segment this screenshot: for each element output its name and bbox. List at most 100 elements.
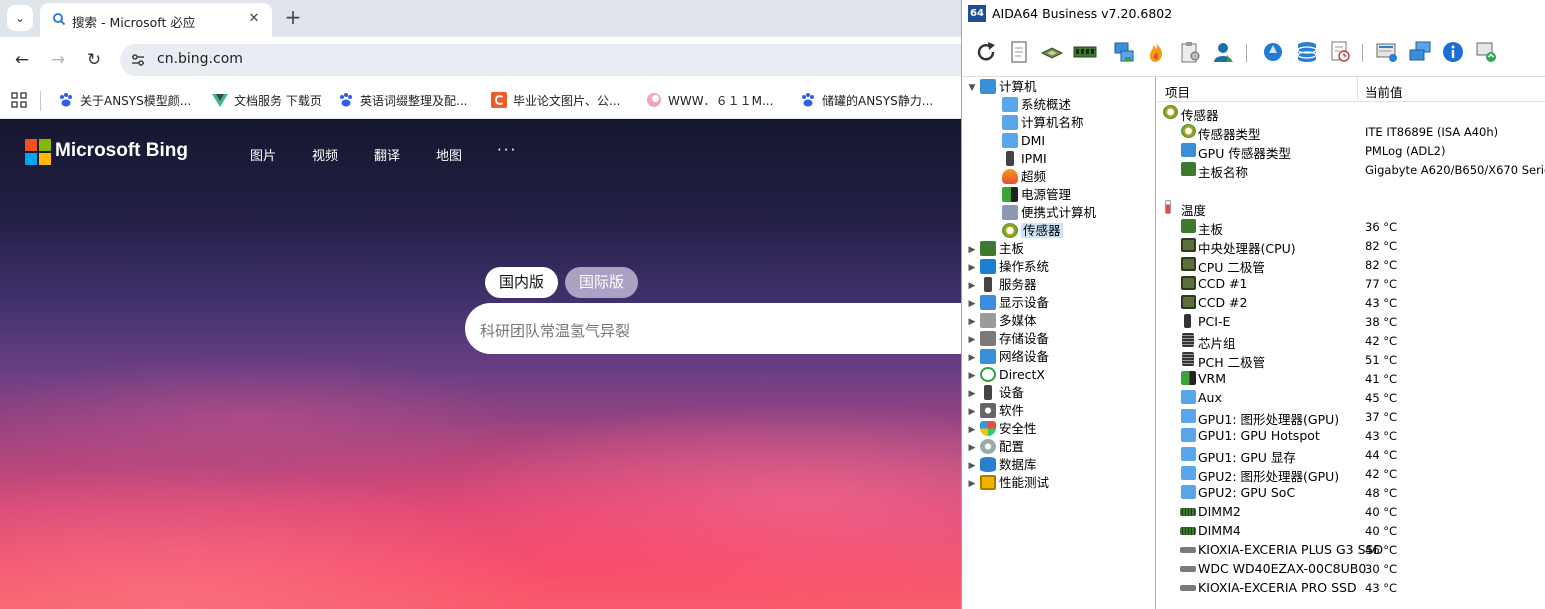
table-row[interactable]: DIMM4 40 °C: [1157, 521, 1545, 540]
info-icon[interactable]: [1441, 40, 1465, 64]
table-row[interactable]: CPU 二极管 82 °C: [1157, 255, 1545, 275]
user-icon[interactable]: [1211, 40, 1235, 64]
tree-item-security[interactable]: ▶ 安全性: [966, 420, 1037, 438]
bing-brand[interactable]: Microsoft Bing: [55, 140, 188, 162]
expand-icon[interactable]: ▶: [966, 259, 978, 277]
tree-item-display[interactable]: ▶ 显示设备: [966, 294, 1049, 312]
tree-item-storage[interactable]: ▶ 存储设备: [966, 330, 1049, 348]
table-row[interactable]: 传感器类型 ITE IT8689E (ISA A40h): [1157, 122, 1545, 142]
bookmark-item[interactable]: 文档服务 下载页: [212, 91, 322, 111]
expand-icon[interactable]: ▶: [966, 475, 978, 493]
tree-item-multimedia[interactable]: ▶ 多媒体: [966, 312, 1037, 330]
new-tab-button[interactable]: +: [282, 5, 304, 29]
bing-nav-images[interactable]: 图片: [250, 145, 276, 164]
table-row[interactable]: CCD #1 77 °C: [1157, 274, 1545, 293]
expand-icon[interactable]: ▶: [966, 457, 978, 475]
column-divider[interactable]: [1357, 77, 1358, 102]
tab-search-button[interactable]: ⌄: [7, 5, 33, 31]
network-share-icon[interactable]: [1408, 40, 1432, 64]
table-row[interactable]: Aux 45 °C: [1157, 388, 1545, 407]
tab-bing-search[interactable]: 搜索 - Microsoft 必应 ✕: [40, 3, 272, 37]
apps-grid-icon[interactable]: [11, 92, 27, 108]
bing-nav-videos[interactable]: 视频: [312, 145, 338, 164]
table-row[interactable]: KIOXIA-EXCERIA PRO SSD 43 °C: [1157, 578, 1545, 597]
collapse-icon[interactable]: ▼: [966, 79, 978, 97]
expand-icon[interactable]: ▶: [966, 277, 978, 295]
cpu-chip-icon[interactable]: [1040, 40, 1064, 64]
tree-item-directx[interactable]: ▶ DirectX: [966, 366, 1045, 384]
bookmark-item[interactable]: 毕业论文图片、公...: [491, 91, 620, 111]
column-header-value[interactable]: 当前值: [1365, 82, 1403, 101]
database-icon[interactable]: [1295, 40, 1319, 64]
bookmark-item[interactable]: WWW．６１１M...: [646, 91, 773, 111]
expand-icon[interactable]: ▶: [966, 295, 978, 313]
forward-button[interactable]: →: [46, 48, 70, 72]
table-row[interactable]: VRM 41 °C: [1157, 369, 1545, 388]
expand-icon[interactable]: ▶: [966, 385, 978, 403]
expand-icon[interactable]: ▶: [966, 313, 978, 331]
expand-icon[interactable]: ▶: [966, 421, 978, 439]
table-row[interactable]: 中央处理器(CPU) 82 °C: [1157, 236, 1545, 256]
tree-item-devices[interactable]: ▶ 设备: [966, 384, 1024, 402]
table-row[interactable]: 芯片组 42 °C: [1157, 331, 1545, 351]
expand-icon[interactable]: ▶: [966, 367, 978, 385]
table-row[interactable]: KIOXIA-EXCERIA PLUS G3 SSD 46 °C: [1157, 540, 1545, 559]
bing-search-input[interactable]: 科研团队常温氢气异裂: [465, 303, 961, 354]
flame-icon[interactable]: [1144, 40, 1168, 64]
table-row[interactable]: 主板名称 Gigabyte A620/B650/X670 Series: [1157, 160, 1545, 180]
network-icon[interactable]: [1112, 40, 1136, 64]
bing-more-button[interactable]: ···: [497, 141, 517, 159]
expand-icon[interactable]: ▶: [966, 403, 978, 421]
region-domestic-tab[interactable]: 国内版: [485, 267, 559, 298]
table-row[interactable]: 主板 36 °C: [1157, 217, 1545, 237]
schedule-icon[interactable]: [1328, 40, 1352, 64]
tab-close-button[interactable]: ✕: [244, 9, 264, 29]
tree-item-software[interactable]: ▶ 软件: [966, 402, 1024, 420]
tree-item-power[interactable]: 电源管理: [1002, 186, 1071, 204]
disk-aida-icon[interactable]: [1261, 40, 1285, 64]
reload-button[interactable]: ↻: [82, 48, 106, 72]
tree-item-system-summary[interactable]: 系统概述: [1002, 96, 1071, 114]
site-settings-icon[interactable]: [130, 52, 146, 68]
tree-item-overclock[interactable]: 超频: [1002, 168, 1046, 186]
expand-icon[interactable]: ▶: [966, 349, 978, 367]
tree-item-server[interactable]: ▶ 服务器: [966, 276, 1037, 294]
monitor-icon[interactable]: [1375, 40, 1399, 64]
table-row[interactable]: DIMM2 40 °C: [1157, 502, 1545, 521]
bookmark-item[interactable]: 英语词缀整理及配...: [338, 91, 467, 111]
table-row[interactable]: GPU 传感器类型 PMLog (ADL2): [1157, 141, 1545, 161]
expand-icon[interactable]: ▶: [966, 331, 978, 349]
tree-item-dmi[interactable]: DMI: [1002, 132, 1045, 150]
table-row[interactable]: CCD #2 43 °C: [1157, 293, 1545, 312]
table-row[interactable]: GPU1: GPU Hotspot 43 °C: [1157, 426, 1545, 445]
table-row[interactable]: PCH 二极管 51 °C: [1157, 350, 1545, 370]
table-row[interactable]: GPU1: 图形处理器(GPU) 37 °C: [1157, 407, 1545, 427]
tree-item-sensor[interactable]: 传感器: [1002, 222, 1063, 240]
address-bar[interactable]: cn.bing.com: [120, 44, 961, 76]
tree-item-laptop[interactable]: 便携式计算机: [1002, 204, 1096, 222]
group-row-sensor[interactable]: 传感器: [1157, 103, 1545, 123]
tree-item-database[interactable]: ▶ 数据库: [966, 456, 1037, 474]
expand-icon[interactable]: ▶: [966, 241, 978, 259]
tree-item-motherboard[interactable]: ▶ 主板: [966, 240, 1024, 258]
table-row[interactable]: GPU2: 图形处理器(GPU) 42 °C: [1157, 464, 1545, 484]
tree-item-network[interactable]: ▶ 网络设备: [966, 348, 1049, 366]
bookmark-item[interactable]: 关于ANSYS模型颜...: [58, 91, 191, 111]
tree-item-benchmark[interactable]: ▶ 性能测试: [966, 474, 1049, 492]
url-text[interactable]: cn.bing.com: [157, 51, 243, 67]
expand-icon[interactable]: ▶: [966, 439, 978, 457]
tree-item-config[interactable]: ▶ 配置: [966, 438, 1024, 456]
bookmark-item[interactable]: 储罐的ANSYS静力...: [800, 91, 933, 111]
column-header-item[interactable]: 项目: [1165, 82, 1190, 101]
table-row[interactable]: GPU2: GPU SoC 48 °C: [1157, 483, 1545, 502]
memory-icon[interactable]: [1073, 40, 1097, 64]
tree-item-ipmi[interactable]: IPMI: [1002, 150, 1047, 168]
tree-item-os[interactable]: ▶ 操作系统: [966, 258, 1049, 276]
back-button[interactable]: ←: [10, 48, 34, 72]
table-row[interactable]: PCI-E 38 °C: [1157, 312, 1545, 331]
clipboard-icon[interactable]: [1178, 40, 1202, 64]
table-row[interactable]: WDC WD40EZAX-00C8UB0 30 °C: [1157, 559, 1545, 578]
sync-icon[interactable]: [1474, 40, 1498, 64]
table-row[interactable]: GPU1: GPU 显存 44 °C: [1157, 445, 1545, 465]
tree-item-computer[interactable]: ▼ 计算机: [966, 78, 1037, 96]
